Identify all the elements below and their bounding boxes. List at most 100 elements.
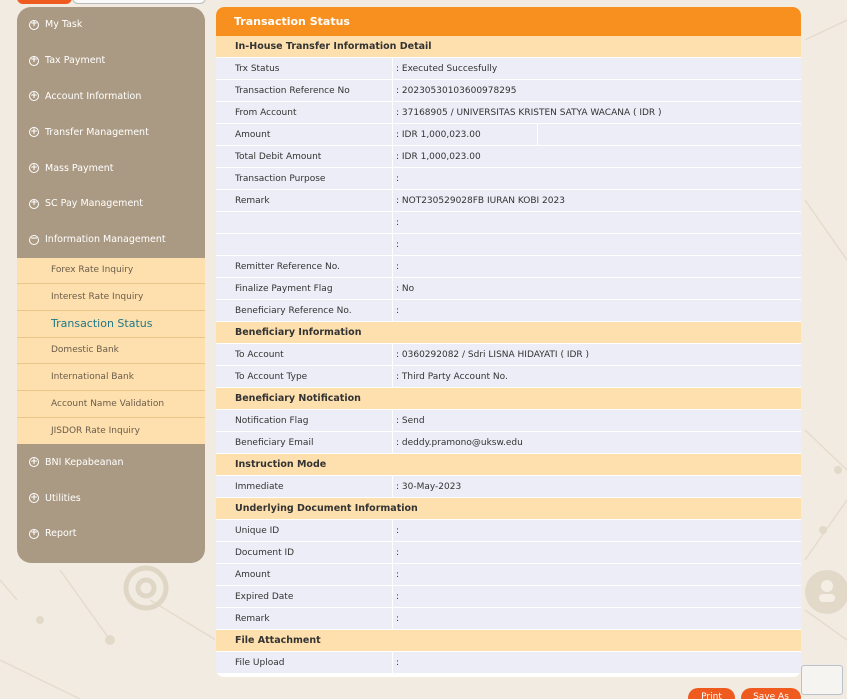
section-header: Underlying Document Information [216,498,801,520]
row-label: Beneficiary Email [216,432,393,453]
sidebar-item-label: Tax Payment [45,55,106,67]
row-label: Remark [216,608,393,629]
plus-circle-icon: + [29,55,39,66]
detail-row: Unique ID : [216,520,801,542]
detail-row: Transaction Purpose : [216,168,801,190]
row-value: : [396,657,400,668]
sidebar-item-my-task[interactable]: + My Task [17,7,205,43]
row-value: : 20230530103600978295 [396,85,517,96]
sidebar-item-transfer-management[interactable]: + Transfer Management [17,114,205,150]
plus-circle-icon: + [29,126,39,138]
row-label [216,234,393,255]
detail-row: Amount : [216,564,801,586]
row-label: Immediate [216,476,393,497]
row-value: : [396,305,400,316]
row-label: Beneficiary Reference No. [216,300,393,321]
row-label: Transaction Purpose [216,168,393,189]
sidebar-item-information-management[interactable]: − Information Management [17,222,205,258]
top-tab-inactive[interactable] [72,0,206,4]
sidebar-item-bni-kepabeanan[interactable]: + BNI Kepabeanan [17,444,205,480]
submenu-domestic-bank[interactable]: Domestic Bank [17,338,205,365]
sidebar-item-report[interactable]: + Report [17,516,205,552]
detail-row: File Upload : [216,652,801,674]
plus-circle-icon: + [29,90,39,102]
detail-row: Document ID : [216,542,801,564]
sidebar-item-label: Account Information [45,90,142,102]
submenu-international-bank[interactable]: International Bank [17,364,205,392]
sidebar-item-label: My Task [45,19,83,31]
row-value: : Send [396,415,425,426]
sidebar-item-label: Transfer Management [45,126,149,138]
plus-circle-icon: + [29,198,39,209]
row-value: : [396,569,400,580]
row-value: : [396,547,400,558]
row-label: File Upload [216,652,393,673]
sidebar-item-label: Utilities [45,492,81,504]
row-value: : Executed Succesfully [396,63,498,74]
row-label: Remitter Reference No. [216,256,393,277]
row-label: To Account Type [216,366,393,387]
row-value: : deddy.pramono@uksw.edu [396,437,523,448]
information-management-submenu: Forex Rate Inquiry Interest Rate Inquiry… [17,257,205,445]
row-value: : 30-May-2023 [396,481,462,492]
detail-row: Finalize Payment Flag : No [216,278,801,300]
sidebar-item-label: Report [45,528,77,540]
row-label: Remark [216,190,393,211]
sidebar-item-tax-payment[interactable]: + Tax Payment [17,43,205,79]
detail-row: Remark : NOT230529028FB IURAN KOBI 2023 [216,190,801,212]
detail-row: Beneficiary Email : deddy.pramono@uksw.e… [216,432,801,454]
corner-widget[interactable] [801,665,843,695]
sidebar-menu: + My Task + Tax Payment + Account Inform… [17,7,205,563]
sidebar-item-label: Mass Payment [45,162,114,174]
row-value: : No [396,283,415,294]
plus-circle-icon: + [29,492,39,504]
detail-row: Amount : IDR 1,000,023.00 [216,124,801,146]
panel-title: Transaction Status [216,7,801,36]
detail-row: From Account : 37168905 / UNIVERSITAS KR… [216,102,801,124]
detail-row: : [216,212,801,234]
print-button[interactable]: Print [688,688,735,699]
row-label: From Account [216,102,393,123]
detail-row: Beneficiary Reference No. : [216,300,801,322]
row-value: : [396,217,400,228]
sidebar-item-account-information[interactable]: + Account Information [17,79,205,115]
section-header: Beneficiary Information [216,322,801,344]
sidebar-item-label: BNI Kepabeanan [45,456,124,468]
submenu-forex-rate-inquiry[interactable]: Forex Rate Inquiry [17,258,205,285]
row-value: : [396,591,400,602]
detail-row: : [216,234,801,256]
section-header: Instruction Mode [216,454,801,476]
detail-row: Transaction Reference No : 2023053010360… [216,80,801,102]
submenu-interest-rate-inquiry[interactable]: Interest Rate Inquiry [17,284,205,311]
submenu-account-name-validation[interactable]: Account Name Validation [17,391,205,418]
detail-row: Remark : [216,608,801,630]
row-label: To Account [216,344,393,365]
row-value: : [396,613,400,624]
row-label [216,212,393,233]
detail-row: Immediate : 30-May-2023 [216,476,801,498]
sidebar-item-sc-pay-management[interactable]: + SC Pay Management [17,186,205,222]
row-label: Document ID [216,542,393,563]
sidebar-item-mass-payment[interactable]: + Mass Payment [17,150,205,186]
minus-circle-icon: − [29,234,39,245]
row-value: : IDR 1,000,023.00 [393,124,538,145]
detail-row: To Account Type : Third Party Account No… [216,366,801,388]
detail-row: Notification Flag : Send [216,410,801,432]
transaction-status-panel: Transaction Status In-House Transfer Inf… [216,7,801,677]
top-tab-active[interactable] [17,0,72,4]
row-label: Total Debit Amount [216,146,393,167]
row-label: Transaction Reference No [216,80,393,101]
sidebar-item-utilities[interactable]: + Utilities [17,480,205,516]
row-label: Expired Date [216,586,393,607]
submenu-transaction-status[interactable]: Transaction Status [17,311,205,338]
plus-circle-icon: + [29,456,39,468]
plus-circle-icon: + [29,19,39,30]
plus-circle-icon: + [29,528,39,539]
row-value: : [396,173,400,184]
section-header: Beneficiary Notification [216,388,801,410]
section-header: File Attachment [216,630,801,652]
save-as-button[interactable]: Save As [741,688,801,699]
submenu-jisdor-rate-inquiry[interactable]: JISDOR Rate Inquiry [17,418,205,445]
plus-circle-icon: + [29,162,39,174]
row-label: Trx Status [216,58,393,79]
